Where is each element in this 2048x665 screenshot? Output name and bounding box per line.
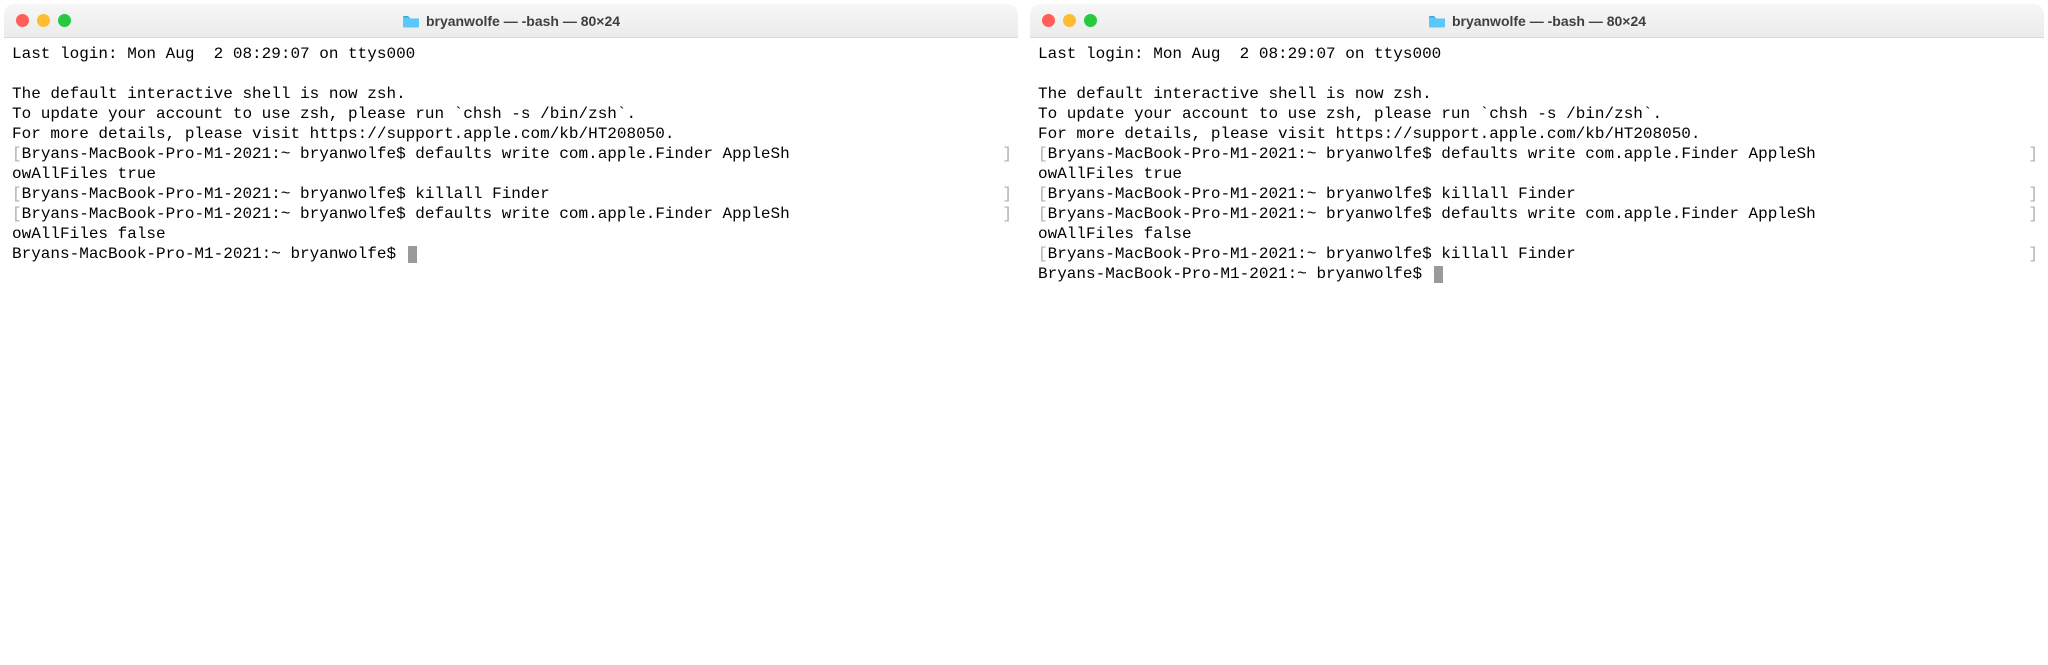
- terminal-line: [Bryans-MacBook-Pro-M1-2021:~ bryanwolfe…: [12, 144, 1012, 164]
- terminal-line: [Bryans-MacBook-Pro-M1-2021:~ bryanwolfe…: [1038, 204, 2038, 224]
- terminal-line-text: Bryans-MacBook-Pro-M1-2021:~ bryanwolfe$…: [22, 184, 1003, 204]
- folder-icon: [1428, 14, 1446, 28]
- terminal-line: owAllFiles false: [12, 224, 1012, 244]
- terminal-blank-line: [1038, 64, 2038, 84]
- terminal-line: owAllFiles true: [1038, 164, 2038, 184]
- zoom-button[interactable]: [1084, 14, 1097, 27]
- terminal-line: [Bryans-MacBook-Pro-M1-2021:~ bryanwolfe…: [12, 204, 1012, 224]
- terminal-line: To update your account to use zsh, pleas…: [1038, 104, 2038, 124]
- terminal-line-text: Bryans-MacBook-Pro-M1-2021:~ bryanwolfe$…: [22, 144, 1003, 164]
- bracket-open: [: [1038, 184, 1048, 204]
- close-button[interactable]: [16, 14, 29, 27]
- terminal-line: Last login: Mon Aug 2 08:29:07 on ttys00…: [12, 44, 1012, 64]
- terminal-body-left[interactable]: Last login: Mon Aug 2 08:29:07 on ttys00…: [4, 38, 1018, 290]
- title-bar[interactable]: bryanwolfe — -bash — 80×24: [1030, 4, 2044, 38]
- traffic-lights: [16, 14, 71, 27]
- terminal-line: The default interactive shell is now zsh…: [1038, 84, 2038, 104]
- terminal-line-text: Bryans-MacBook-Pro-M1-2021:~ bryanwolfe$…: [1048, 204, 2029, 224]
- terminal-prompt-line[interactable]: Bryans-MacBook-Pro-M1-2021:~ bryanwolfe$: [12, 244, 1012, 264]
- bracket-open: [: [12, 144, 22, 164]
- terminal-line: The default interactive shell is now zsh…: [12, 84, 1012, 104]
- terminal-line: [Bryans-MacBook-Pro-M1-2021:~ bryanwolfe…: [12, 184, 1012, 204]
- title-center: bryanwolfe — -bash — 80×24: [1030, 13, 2044, 29]
- terminal-line: To update your account to use zsh, pleas…: [12, 104, 1012, 124]
- terminal-line: [Bryans-MacBook-Pro-M1-2021:~ bryanwolfe…: [1038, 144, 2038, 164]
- bracket-open: [: [1038, 204, 1048, 224]
- terminal-line: [Bryans-MacBook-Pro-M1-2021:~ bryanwolfe…: [1038, 244, 2038, 264]
- window-title: bryanwolfe — -bash — 80×24: [1452, 13, 1646, 29]
- terminal-line: [Bryans-MacBook-Pro-M1-2021:~ bryanwolfe…: [1038, 184, 2038, 204]
- cursor-icon: [408, 246, 417, 263]
- terminal-line-text: Bryans-MacBook-Pro-M1-2021:~ bryanwolfe$…: [1048, 184, 2029, 204]
- bracket-open: [: [12, 204, 22, 224]
- traffic-lights: [1042, 14, 1097, 27]
- bracket-open: [: [1038, 144, 1048, 164]
- terminal-line: owAllFiles true: [12, 164, 1012, 184]
- close-button[interactable]: [1042, 14, 1055, 27]
- minimize-button[interactable]: [37, 14, 50, 27]
- terminal-line: For more details, please visit https://s…: [12, 124, 1012, 144]
- bracket-open: [: [1038, 244, 1048, 264]
- terminal-prompt-line[interactable]: Bryans-MacBook-Pro-M1-2021:~ bryanwolfe$: [1038, 264, 2038, 284]
- terminal-prompt-text: Bryans-MacBook-Pro-M1-2021:~ bryanwolfe$: [1038, 265, 1432, 283]
- terminal-line: Last login: Mon Aug 2 08:29:07 on ttys00…: [1038, 44, 2038, 64]
- terminal-blank-line: [12, 64, 1012, 84]
- terminal-line-text: Bryans-MacBook-Pro-M1-2021:~ bryanwolfe$…: [1048, 144, 2029, 164]
- terminal-line: For more details, please visit https://s…: [1038, 124, 2038, 144]
- window-title: bryanwolfe — -bash — 80×24: [426, 13, 620, 29]
- terminal-line-text: Bryans-MacBook-Pro-M1-2021:~ bryanwolfe$…: [1048, 244, 2029, 264]
- folder-icon: [402, 14, 420, 28]
- terminal-prompt-text: Bryans-MacBook-Pro-M1-2021:~ bryanwolfe$: [12, 245, 406, 263]
- bracket-open: [: [12, 184, 22, 204]
- terminal-window-right: bryanwolfe — -bash — 80×24 Last login: M…: [1030, 4, 2044, 290]
- zoom-button[interactable]: [58, 14, 71, 27]
- terminal-line-text: Bryans-MacBook-Pro-M1-2021:~ bryanwolfe$…: [22, 204, 1003, 224]
- minimize-button[interactable]: [1063, 14, 1076, 27]
- title-bar[interactable]: bryanwolfe — -bash — 80×24: [4, 4, 1018, 38]
- terminal-line: owAllFiles false: [1038, 224, 2038, 244]
- cursor-icon: [1434, 266, 1443, 283]
- title-center: bryanwolfe — -bash — 80×24: [4, 13, 1018, 29]
- terminal-body-right[interactable]: Last login: Mon Aug 2 08:29:07 on ttys00…: [1030, 38, 2044, 290]
- terminal-window-left: bryanwolfe — -bash — 80×24 Last login: M…: [4, 4, 1018, 290]
